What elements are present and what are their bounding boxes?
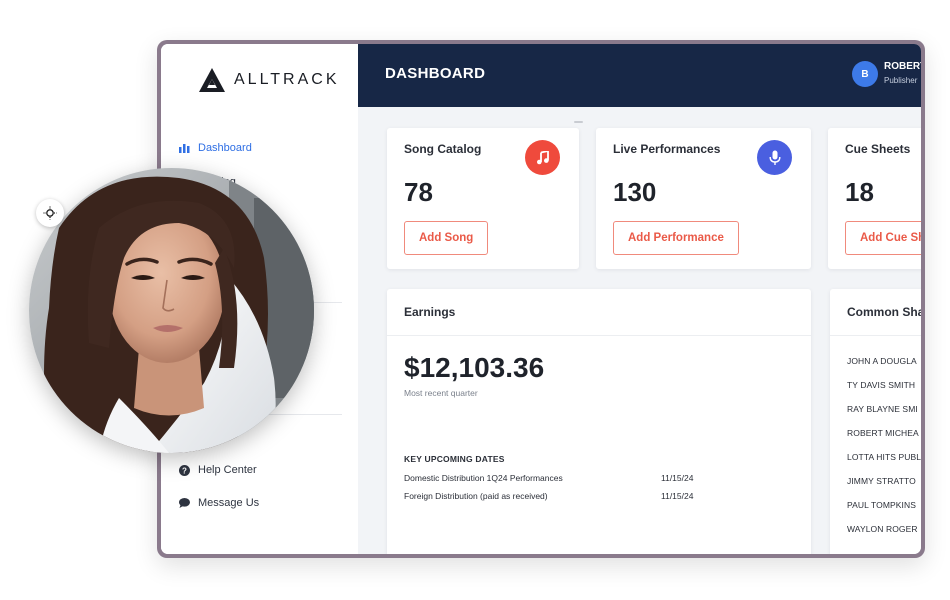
sidebar-item-help-center[interactable]: ? Help Center: [178, 462, 257, 478]
chat-bubble-icon: [178, 497, 190, 509]
list-item[interactable]: TY DAVIS SMITH: [847, 380, 915, 390]
avatar[interactable]: B: [852, 61, 878, 87]
user-name[interactable]: ROBERT: [884, 61, 921, 72]
card-title: Song Catalog: [404, 142, 482, 156]
sidebar-item-label: Dashboard: [198, 142, 252, 154]
performance-count: 130: [613, 177, 657, 207]
scroll-indicator: [574, 121, 583, 123]
list-item[interactable]: ROBERT MICHEA: [847, 428, 919, 438]
microphone-icon: [757, 140, 792, 175]
song-catalog-card: Song Catalog 78 Add Song: [387, 128, 579, 269]
date-label: Domestic Distribution 1Q24 Performances: [404, 473, 563, 483]
card-title: Live Performances: [613, 142, 721, 156]
list-item[interactable]: WAYLON ROGER: [847, 524, 918, 534]
brand-logo[interactable]: ALLTRACK: [199, 68, 340, 92]
card-title: Earnings: [404, 305, 456, 319]
list-item[interactable]: JOHN A DOUGLA: [847, 356, 917, 366]
list-item[interactable]: PAUL TOMPKINS: [847, 500, 916, 510]
crosshair-icon: [43, 206, 57, 220]
cue-sheets-card: Cue Sheets 18 Add Cue Sh: [828, 128, 921, 269]
list-item[interactable]: LOTTA HITS PUBL: [847, 452, 921, 462]
user-role: Publisher: [884, 76, 918, 85]
sidebar-item-label: Help Center: [198, 464, 257, 476]
common-shares-card: Common Sha JOHN A DOUGLA TY DAVIS SMITH …: [830, 289, 921, 554]
bar-chart-icon: [178, 142, 190, 154]
live-performances-card: Live Performances 130 Add Performance: [596, 128, 811, 269]
page-title: DASHBOARD: [385, 65, 486, 82]
add-performance-button[interactable]: Add Performance: [613, 221, 739, 255]
list-item[interactable]: RAY BLAYNE SMI: [847, 404, 918, 414]
song-count: 78: [404, 177, 433, 207]
upcoming-dates-heading: KEY UPCOMING DATES: [404, 454, 505, 464]
brand-name: ALLTRACK: [234, 71, 340, 88]
card-divider: [387, 335, 811, 336]
sidebar-item-message-us[interactable]: Message Us: [178, 495, 259, 511]
date-value: 11/15/24: [661, 491, 694, 501]
portrait-image: [29, 168, 314, 453]
svg-text:?: ?: [182, 466, 187, 475]
earnings-card: Earnings $12,103.36 Most recent quarter …: [387, 289, 811, 554]
earnings-subtitle: Most recent quarter: [404, 388, 478, 398]
sidebar-item-label: Message Us: [198, 497, 260, 509]
main-content: DASHBOARD B ROBERT Publisher Song Catalo…: [358, 44, 921, 554]
card-title: Common Sha: [847, 305, 921, 319]
card-divider: [830, 335, 921, 336]
sidebar-item-dashboard[interactable]: Dashboard: [178, 140, 252, 156]
edit-photo-badge[interactable]: [36, 199, 64, 227]
date-value: 11/15/24: [661, 473, 694, 483]
top-bar: DASHBOARD B ROBERT Publisher: [358, 44, 921, 107]
card-title: Cue Sheets: [845, 142, 911, 156]
add-song-button[interactable]: Add Song: [404, 221, 489, 255]
earnings-amount: $12,103.36: [404, 352, 545, 383]
question-icon: ?: [178, 464, 190, 476]
add-cue-sheet-button[interactable]: Add Cue Sh: [845, 221, 921, 255]
date-row: Foreign Distribution (paid as received) …: [404, 491, 704, 501]
music-note-icon: [525, 140, 560, 175]
date-label: Foreign Distribution (paid as received): [404, 491, 548, 501]
date-row: Domestic Distribution 1Q24 Performances …: [404, 473, 704, 483]
list-item[interactable]: JIMMY STRATTO: [847, 476, 916, 486]
cue-sheet-count: 18: [845, 177, 874, 207]
profile-photo: [29, 168, 314, 453]
alltrack-logo-icon: [199, 68, 225, 92]
